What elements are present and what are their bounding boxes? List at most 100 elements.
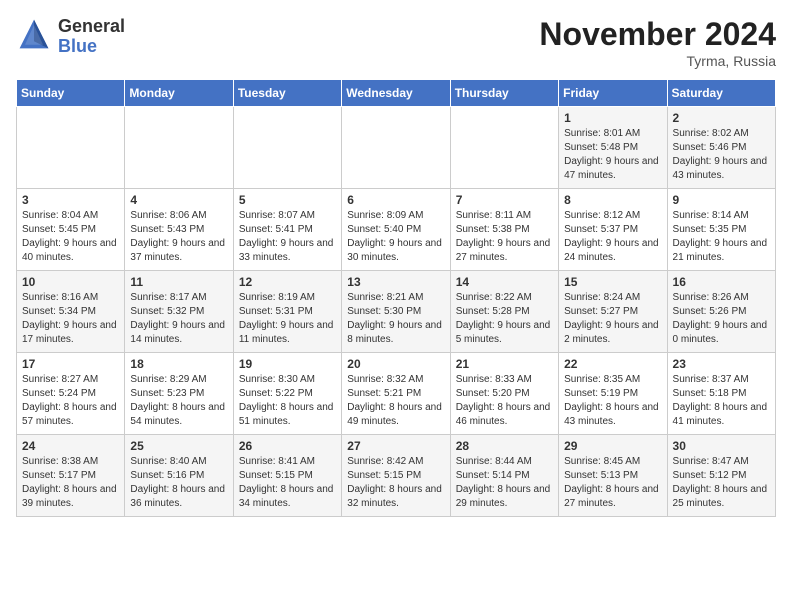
- day-cell: 26 Sunrise: 8:41 AMSunset: 5:15 PMDaylig…: [233, 435, 341, 517]
- day-cell: 5 Sunrise: 8:07 AMSunset: 5:41 PMDayligh…: [233, 189, 341, 271]
- day-number: 12: [239, 275, 336, 289]
- day-info: Sunrise: 8:19 AMSunset: 5:31 PMDaylight:…: [239, 291, 336, 347]
- day-number: 21: [456, 357, 553, 371]
- day-number: 8: [564, 193, 661, 207]
- day-info: Sunrise: 8:11 AMSunset: 5:38 PMDaylight:…: [456, 209, 553, 265]
- title-block: November 2024 Tyrma, Russia: [539, 16, 776, 69]
- day-number: 18: [130, 357, 227, 371]
- day-info: Sunrise: 8:41 AMSunset: 5:15 PMDaylight:…: [239, 455, 336, 511]
- day-info: Sunrise: 8:26 AMSunset: 5:26 PMDaylight:…: [673, 291, 770, 347]
- day-number: 2: [673, 111, 770, 125]
- day-number: 20: [347, 357, 444, 371]
- week-row-2: 3 Sunrise: 8:04 AMSunset: 5:45 PMDayligh…: [17, 189, 776, 271]
- day-cell: 6 Sunrise: 8:09 AMSunset: 5:40 PMDayligh…: [342, 189, 450, 271]
- day-info: Sunrise: 8:42 AMSunset: 5:15 PMDaylight:…: [347, 455, 444, 511]
- day-number: 29: [564, 439, 661, 453]
- col-header-thursday: Thursday: [450, 80, 558, 107]
- day-number: 7: [456, 193, 553, 207]
- day-cell: [342, 107, 450, 189]
- day-number: 23: [673, 357, 770, 371]
- day-cell: 18 Sunrise: 8:29 AMSunset: 5:23 PMDaylig…: [125, 353, 233, 435]
- location: Tyrma, Russia: [539, 53, 776, 69]
- col-header-tuesday: Tuesday: [233, 80, 341, 107]
- day-cell: 7 Sunrise: 8:11 AMSunset: 5:38 PMDayligh…: [450, 189, 558, 271]
- day-number: 25: [130, 439, 227, 453]
- col-header-monday: Monday: [125, 80, 233, 107]
- col-header-friday: Friday: [559, 80, 667, 107]
- day-number: 5: [239, 193, 336, 207]
- day-info: Sunrise: 8:32 AMSunset: 5:21 PMDaylight:…: [347, 373, 444, 429]
- day-cell: 19 Sunrise: 8:30 AMSunset: 5:22 PMDaylig…: [233, 353, 341, 435]
- day-cell: 3 Sunrise: 8:04 AMSunset: 5:45 PMDayligh…: [17, 189, 125, 271]
- day-info: Sunrise: 8:21 AMSunset: 5:30 PMDaylight:…: [347, 291, 444, 347]
- day-info: Sunrise: 8:09 AMSunset: 5:40 PMDaylight:…: [347, 209, 444, 265]
- day-number: 10: [22, 275, 119, 289]
- week-row-3: 10 Sunrise: 8:16 AMSunset: 5:34 PMDaylig…: [17, 271, 776, 353]
- day-info: Sunrise: 8:01 AMSunset: 5:48 PMDaylight:…: [564, 127, 661, 183]
- day-number: 19: [239, 357, 336, 371]
- day-number: 13: [347, 275, 444, 289]
- week-row-1: 1 Sunrise: 8:01 AMSunset: 5:48 PMDayligh…: [17, 107, 776, 189]
- day-cell: 30 Sunrise: 8:47 AMSunset: 5:12 PMDaylig…: [667, 435, 775, 517]
- day-number: 9: [673, 193, 770, 207]
- col-header-wednesday: Wednesday: [342, 80, 450, 107]
- day-info: Sunrise: 8:04 AMSunset: 5:45 PMDaylight:…: [22, 209, 119, 265]
- logo: General Blue: [16, 16, 125, 57]
- day-cell: 28 Sunrise: 8:44 AMSunset: 5:14 PMDaylig…: [450, 435, 558, 517]
- calendar-table: SundayMondayTuesdayWednesdayThursdayFrid…: [16, 79, 776, 517]
- day-info: Sunrise: 8:06 AMSunset: 5:43 PMDaylight:…: [130, 209, 227, 265]
- day-info: Sunrise: 8:02 AMSunset: 5:46 PMDaylight:…: [673, 127, 770, 183]
- day-info: Sunrise: 8:17 AMSunset: 5:32 PMDaylight:…: [130, 291, 227, 347]
- week-row-5: 24 Sunrise: 8:38 AMSunset: 5:17 PMDaylig…: [17, 435, 776, 517]
- day-cell: 12 Sunrise: 8:19 AMSunset: 5:31 PMDaylig…: [233, 271, 341, 353]
- header-row: SundayMondayTuesdayWednesdayThursdayFrid…: [17, 80, 776, 107]
- day-cell: 27 Sunrise: 8:42 AMSunset: 5:15 PMDaylig…: [342, 435, 450, 517]
- day-cell: 2 Sunrise: 8:02 AMSunset: 5:46 PMDayligh…: [667, 107, 775, 189]
- day-info: Sunrise: 8:45 AMSunset: 5:13 PMDaylight:…: [564, 455, 661, 511]
- day-cell: 9 Sunrise: 8:14 AMSunset: 5:35 PMDayligh…: [667, 189, 775, 271]
- day-number: 11: [130, 275, 227, 289]
- day-info: Sunrise: 8:40 AMSunset: 5:16 PMDaylight:…: [130, 455, 227, 511]
- day-cell: 24 Sunrise: 8:38 AMSunset: 5:17 PMDaylig…: [17, 435, 125, 517]
- col-header-sunday: Sunday: [17, 80, 125, 107]
- day-cell: [125, 107, 233, 189]
- day-cell: 15 Sunrise: 8:24 AMSunset: 5:27 PMDaylig…: [559, 271, 667, 353]
- day-cell: 1 Sunrise: 8:01 AMSunset: 5:48 PMDayligh…: [559, 107, 667, 189]
- calendar-body: 1 Sunrise: 8:01 AMSunset: 5:48 PMDayligh…: [17, 107, 776, 517]
- day-cell: [233, 107, 341, 189]
- day-cell: 14 Sunrise: 8:22 AMSunset: 5:28 PMDaylig…: [450, 271, 558, 353]
- day-number: 26: [239, 439, 336, 453]
- day-cell: 23 Sunrise: 8:37 AMSunset: 5:18 PMDaylig…: [667, 353, 775, 435]
- day-number: 15: [564, 275, 661, 289]
- day-info: Sunrise: 8:38 AMSunset: 5:17 PMDaylight:…: [22, 455, 119, 511]
- day-number: 1: [564, 111, 661, 125]
- day-cell: 25 Sunrise: 8:40 AMSunset: 5:16 PMDaylig…: [125, 435, 233, 517]
- day-info: Sunrise: 8:44 AMSunset: 5:14 PMDaylight:…: [456, 455, 553, 511]
- day-cell: 21 Sunrise: 8:33 AMSunset: 5:20 PMDaylig…: [450, 353, 558, 435]
- day-cell: 10 Sunrise: 8:16 AMSunset: 5:34 PMDaylig…: [17, 271, 125, 353]
- day-number: 14: [456, 275, 553, 289]
- logo-icon: [16, 16, 52, 57]
- day-cell: 22 Sunrise: 8:35 AMSunset: 5:19 PMDaylig…: [559, 353, 667, 435]
- day-info: Sunrise: 8:12 AMSunset: 5:37 PMDaylight:…: [564, 209, 661, 265]
- day-number: 24: [22, 439, 119, 453]
- day-info: Sunrise: 8:16 AMSunset: 5:34 PMDaylight:…: [22, 291, 119, 347]
- col-header-saturday: Saturday: [667, 80, 775, 107]
- week-row-4: 17 Sunrise: 8:27 AMSunset: 5:24 PMDaylig…: [17, 353, 776, 435]
- day-number: 22: [564, 357, 661, 371]
- day-info: Sunrise: 8:22 AMSunset: 5:28 PMDaylight:…: [456, 291, 553, 347]
- day-info: Sunrise: 8:33 AMSunset: 5:20 PMDaylight:…: [456, 373, 553, 429]
- day-info: Sunrise: 8:27 AMSunset: 5:24 PMDaylight:…: [22, 373, 119, 429]
- logo-general: General: [58, 16, 125, 36]
- calendar-header: SundayMondayTuesdayWednesdayThursdayFrid…: [17, 80, 776, 107]
- day-number: 28: [456, 439, 553, 453]
- day-number: 17: [22, 357, 119, 371]
- logo-text: General Blue: [58, 17, 125, 57]
- day-number: 6: [347, 193, 444, 207]
- day-info: Sunrise: 8:37 AMSunset: 5:18 PMDaylight:…: [673, 373, 770, 429]
- day-cell: [450, 107, 558, 189]
- day-cell: 16 Sunrise: 8:26 AMSunset: 5:26 PMDaylig…: [667, 271, 775, 353]
- day-info: Sunrise: 8:14 AMSunset: 5:35 PMDaylight:…: [673, 209, 770, 265]
- day-info: Sunrise: 8:30 AMSunset: 5:22 PMDaylight:…: [239, 373, 336, 429]
- day-info: Sunrise: 8:24 AMSunset: 5:27 PMDaylight:…: [564, 291, 661, 347]
